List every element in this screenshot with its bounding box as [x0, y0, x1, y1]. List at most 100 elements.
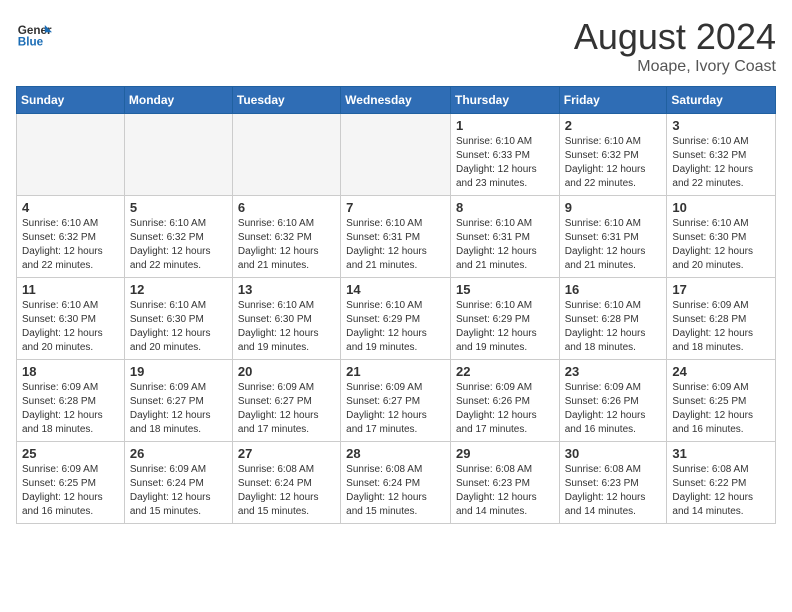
day-info: Sunrise: 6:10 AM Sunset: 6:28 PM Dayligh… — [565, 299, 662, 355]
day-info: Sunrise: 6:08 AM Sunset: 6:24 PM Dayligh… — [238, 463, 335, 519]
day-info: Sunrise: 6:10 AM Sunset: 6:31 PM Dayligh… — [456, 217, 554, 273]
day-info: Sunrise: 6:09 AM Sunset: 6:27 PM Dayligh… — [130, 381, 227, 437]
calendar-cell: 25 Sunrise: 6:09 AM Sunset: 6:25 PM Dayli… — [17, 442, 125, 524]
calendar-cell: 9 Sunrise: 6:10 AM Sunset: 6:31 PM Daylig… — [559, 196, 667, 278]
day-number: 7 — [346, 200, 445, 215]
calendar-week-1: 1 Sunrise: 6:10 AM Sunset: 6:33 PM Daylig… — [17, 114, 776, 196]
month-year-title: August 2024 — [574, 16, 776, 58]
day-number: 17 — [672, 282, 770, 297]
page-header: General Blue August 2024 Moape, Ivory Co… — [16, 16, 776, 76]
day-number: 12 — [130, 282, 227, 297]
day-info: Sunrise: 6:10 AM Sunset: 6:30 PM Dayligh… — [130, 299, 227, 355]
day-info: Sunrise: 6:09 AM Sunset: 6:27 PM Dayligh… — [346, 381, 445, 437]
day-info: Sunrise: 6:09 AM Sunset: 6:28 PM Dayligh… — [22, 381, 119, 437]
day-info: Sunrise: 6:08 AM Sunset: 6:24 PM Dayligh… — [346, 463, 445, 519]
calendar-week-5: 25 Sunrise: 6:09 AM Sunset: 6:25 PM Dayli… — [17, 442, 776, 524]
day-number: 3 — [672, 118, 770, 133]
logo-icon: General Blue — [16, 16, 52, 52]
calendar-cell: 12 Sunrise: 6:10 AM Sunset: 6:30 PM Dayli… — [124, 278, 232, 360]
day-number: 10 — [672, 200, 770, 215]
calendar-cell: 30 Sunrise: 6:08 AM Sunset: 6:23 PM Dayli… — [559, 442, 667, 524]
day-number: 29 — [456, 446, 554, 461]
calendar-cell: 6Sunrise: 6:10 AM Sunset: 6:32 PM Daylig… — [232, 196, 340, 278]
calendar-cell: 10 Sunrise: 6:10 AM Sunset: 6:30 PM Dayli… — [667, 196, 776, 278]
day-info: Sunrise: 6:09 AM Sunset: 6:26 PM Dayligh… — [456, 381, 554, 437]
day-number: 26 — [130, 446, 227, 461]
day-info: Sunrise: 6:10 AM Sunset: 6:30 PM Dayligh… — [672, 217, 770, 273]
day-info: Sunrise: 6:10 AM Sunset: 6:29 PM Dayligh… — [346, 299, 445, 355]
day-info: Sunrise: 6:10 AM Sunset: 6:29 PM Dayligh… — [456, 299, 554, 355]
calendar-cell: 17 Sunrise: 6:09 AM Sunset: 6:28 PM Dayli… — [667, 278, 776, 360]
calendar-week-4: 18 Sunrise: 6:09 AM Sunset: 6:28 PM Dayli… — [17, 360, 776, 442]
day-number: 19 — [130, 364, 227, 379]
day-info: Sunrise: 6:10 AM Sunset: 6:33 PM Dayligh… — [456, 135, 554, 191]
calendar-cell: 13 Sunrise: 6:10 AM Sunset: 6:30 PM Dayli… — [232, 278, 340, 360]
calendar-cell: 24 Sunrise: 6:09 AM Sunset: 6:25 PM Dayli… — [667, 360, 776, 442]
day-info: Sunrise: 6:10 AM Sunset: 6:30 PM Dayligh… — [238, 299, 335, 355]
day-number: 1 — [456, 118, 554, 133]
day-number: 16 — [565, 282, 662, 297]
day-number: 11 — [22, 282, 119, 297]
calendar-week-2: 4Sunrise: 6:10 AM Sunset: 6:32 PM Daylig… — [17, 196, 776, 278]
calendar-cell: 7 Sunrise: 6:10 AM Sunset: 6:31 PM Daylig… — [341, 196, 451, 278]
day-number: 20 — [238, 364, 335, 379]
weekday-header-tuesday: Tuesday — [232, 87, 340, 114]
day-number: 8 — [456, 200, 554, 215]
day-number: 18 — [22, 364, 119, 379]
day-number: 13 — [238, 282, 335, 297]
day-number: 27 — [238, 446, 335, 461]
day-info: Sunrise: 6:09 AM Sunset: 6:27 PM Dayligh… — [238, 381, 335, 437]
weekday-header-monday: Monday — [124, 87, 232, 114]
calendar-cell: 18 Sunrise: 6:09 AM Sunset: 6:28 PM Dayli… — [17, 360, 125, 442]
calendar-cell — [124, 114, 232, 196]
calendar-cell: 14 Sunrise: 6:10 AM Sunset: 6:29 PM Dayli… — [341, 278, 451, 360]
calendar-cell — [341, 114, 451, 196]
day-info: Sunrise: 6:10 AM Sunset: 6:31 PM Dayligh… — [346, 217, 445, 273]
day-number: 14 — [346, 282, 445, 297]
day-number: 25 — [22, 446, 119, 461]
day-info: Sunrise: 6:09 AM Sunset: 6:25 PM Dayligh… — [672, 381, 770, 437]
calendar-cell — [232, 114, 340, 196]
calendar-table: SundayMondayTuesdayWednesdayThursdayFrid… — [16, 86, 776, 524]
day-number: 9 — [565, 200, 662, 215]
calendar-cell: 27 Sunrise: 6:08 AM Sunset: 6:24 PM Dayli… — [232, 442, 340, 524]
weekday-header-row: SundayMondayTuesdayWednesdayThursdayFrid… — [17, 87, 776, 114]
day-number: 23 — [565, 364, 662, 379]
calendar-cell — [17, 114, 125, 196]
day-number: 22 — [456, 364, 554, 379]
day-info: Sunrise: 6:08 AM Sunset: 6:22 PM Dayligh… — [672, 463, 770, 519]
calendar-cell: 21Sunrise: 6:09 AM Sunset: 6:27 PM Dayli… — [341, 360, 451, 442]
calendar-cell: 19 Sunrise: 6:09 AM Sunset: 6:27 PM Dayli… — [124, 360, 232, 442]
day-number: 31 — [672, 446, 770, 461]
day-info: Sunrise: 6:09 AM Sunset: 6:25 PM Dayligh… — [22, 463, 119, 519]
calendar-cell: 31 Sunrise: 6:08 AM Sunset: 6:22 PM Dayli… — [667, 442, 776, 524]
calendar-cell: 8 Sunrise: 6:10 AM Sunset: 6:31 PM Daylig… — [450, 196, 559, 278]
day-info: Sunrise: 6:10 AM Sunset: 6:32 PM Dayligh… — [565, 135, 662, 191]
day-number: 2 — [565, 118, 662, 133]
calendar-cell: 15Sunrise: 6:10 AM Sunset: 6:29 PM Dayli… — [450, 278, 559, 360]
day-info: Sunrise: 6:09 AM Sunset: 6:24 PM Dayligh… — [130, 463, 227, 519]
day-info: Sunrise: 6:09 AM Sunset: 6:28 PM Dayligh… — [672, 299, 770, 355]
day-info: Sunrise: 6:10 AM Sunset: 6:31 PM Dayligh… — [565, 217, 662, 273]
day-info: Sunrise: 6:10 AM Sunset: 6:32 PM Dayligh… — [130, 217, 227, 273]
calendar-cell: 16 Sunrise: 6:10 AM Sunset: 6:28 PM Dayli… — [559, 278, 667, 360]
day-info: Sunrise: 6:10 AM Sunset: 6:32 PM Dayligh… — [238, 217, 335, 273]
weekday-header-wednesday: Wednesday — [341, 87, 451, 114]
day-number: 30 — [565, 446, 662, 461]
day-info: Sunrise: 6:10 AM Sunset: 6:32 PM Dayligh… — [672, 135, 770, 191]
day-info: Sunrise: 6:09 AM Sunset: 6:26 PM Dayligh… — [565, 381, 662, 437]
calendar-cell: 26 Sunrise: 6:09 AM Sunset: 6:24 PM Dayli… — [124, 442, 232, 524]
calendar-cell: 2 Sunrise: 6:10 AM Sunset: 6:32 PM Daylig… — [559, 114, 667, 196]
weekday-header-friday: Friday — [559, 87, 667, 114]
day-number: 24 — [672, 364, 770, 379]
calendar-week-3: 11 Sunrise: 6:10 AM Sunset: 6:30 PM Dayli… — [17, 278, 776, 360]
weekday-header-thursday: Thursday — [450, 87, 559, 114]
calendar-cell: 3 Sunrise: 6:10 AM Sunset: 6:32 PM Daylig… — [667, 114, 776, 196]
location-subtitle: Moape, Ivory Coast — [574, 58, 776, 76]
calendar-cell: 1 Sunrise: 6:10 AM Sunset: 6:33 PM Daylig… — [450, 114, 559, 196]
calendar-cell: 29Sunrise: 6:08 AM Sunset: 6:23 PM Dayli… — [450, 442, 559, 524]
day-info: Sunrise: 6:08 AM Sunset: 6:23 PM Dayligh… — [565, 463, 662, 519]
title-block: August 2024 Moape, Ivory Coast — [574, 16, 776, 76]
day-number: 5 — [130, 200, 227, 215]
calendar-cell: 23 Sunrise: 6:09 AM Sunset: 6:26 PM Dayli… — [559, 360, 667, 442]
